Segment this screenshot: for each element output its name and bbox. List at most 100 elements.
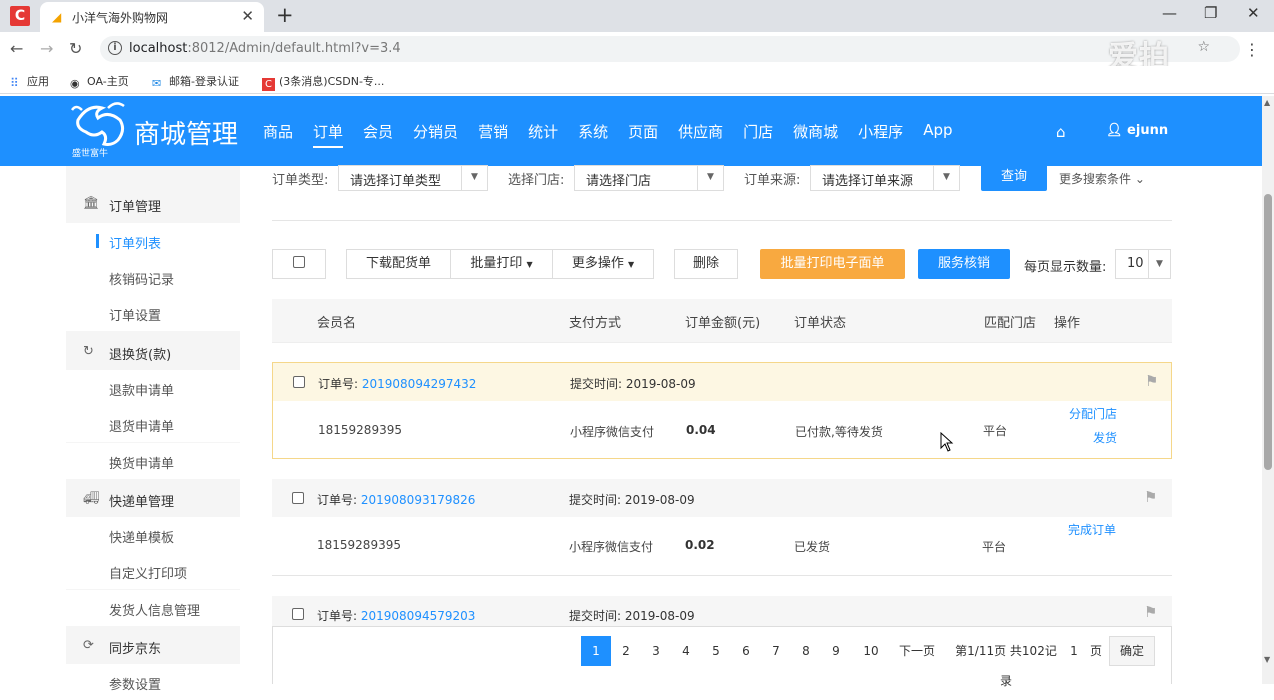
complete-order-link[interactable]: 完成订单 xyxy=(1068,521,1116,538)
back-button[interactable]: ← xyxy=(10,39,23,58)
sidebar-item-custom-print[interactable]: 自定义打印项 xyxy=(66,553,240,589)
sidebar-item-verify-codes[interactable]: 核销码记录 xyxy=(66,259,240,295)
sidebar-item-sender-info[interactable]: 发货人信息管理 xyxy=(66,590,240,626)
apps-grid-icon: ⠿ xyxy=(10,76,19,90)
sidebar-item-params[interactable]: 参数设置 xyxy=(66,664,240,700)
csdn-logo-icon: C xyxy=(10,6,30,26)
page-8[interactable]: 8 xyxy=(791,636,821,666)
nav-stores[interactable]: 门店 xyxy=(743,121,773,148)
page-4[interactable]: 4 xyxy=(671,636,701,666)
order-number-link[interactable]: 201908094579203 xyxy=(361,609,476,623)
order-number-link[interactable]: 201908093179826 xyxy=(361,493,476,507)
select-all-checkbox[interactable] xyxy=(293,256,305,268)
flag-icon[interactable]: ⚑ xyxy=(1145,372,1158,390)
close-window-button[interactable]: ✕ xyxy=(1247,4,1260,22)
bookmark-csdn[interactable]: C (3条消息)CSDN-专... xyxy=(262,73,384,91)
goto-page-input[interactable]: 1 xyxy=(1067,636,1081,666)
app-header: 商城管理 盛世富牛 商品 订单 会员 分销员 营销 统计 系统 页面 供应商 门… xyxy=(0,96,1262,166)
page-9[interactable]: 9 xyxy=(821,636,851,666)
scroll-down-icon[interactable]: ▼ xyxy=(1264,655,1270,664)
per-page-select[interactable]: 10 ▼ xyxy=(1115,249,1171,279)
info-icon[interactable]: i xyxy=(108,41,122,55)
home-icon[interactable]: ⌂ xyxy=(1056,123,1066,141)
chevron-down-icon: ▼ xyxy=(697,166,723,190)
sidebar-group-jd-sync[interactable]: ⟳ 同步京东 xyxy=(66,627,240,665)
store-select[interactable]: 请选择门店 ▼ xyxy=(574,165,724,191)
ship-link[interactable]: 发货 xyxy=(1093,429,1117,446)
page-10[interactable]: 10 xyxy=(855,636,887,666)
service-verify-button[interactable]: 服务核销 xyxy=(918,249,1010,279)
sidebar-item-order-settings[interactable]: 订单设置 xyxy=(66,295,240,331)
next-page-button[interactable]: 下一页 xyxy=(897,636,937,666)
page-5[interactable]: 5 xyxy=(701,636,731,666)
restore-button[interactable]: ❐ xyxy=(1204,4,1217,22)
sidebar-group-returns[interactable]: ↻ 退换货(款) xyxy=(66,333,240,371)
assign-store-link[interactable]: 分配门店 xyxy=(1069,405,1117,422)
order-checkbox[interactable] xyxy=(293,376,305,388)
nav-goods[interactable]: 商品 xyxy=(263,121,293,148)
sidebar-item-express-templates[interactable]: 快递单模板 xyxy=(66,517,240,553)
browser-tabbar: C ◢ 小洋气海外购物网 ✕ + — ❐ ✕ xyxy=(0,0,1274,32)
address-bar[interactable]: i localhost:8012/Admin/default.html?v=3.… xyxy=(100,36,1240,62)
bookmark-mail[interactable]: ✉ 邮箱-登录认证 xyxy=(152,73,239,90)
order-source-select[interactable]: 请选择订单来源 ▼ xyxy=(810,165,960,191)
nav-system[interactable]: 系统 xyxy=(578,121,608,148)
nav-distributors[interactable]: 分销员 xyxy=(413,121,458,148)
page-7[interactable]: 7 xyxy=(761,636,791,666)
forward-button[interactable]: → xyxy=(40,39,53,58)
nav-mini-program[interactable]: 小程序 xyxy=(858,121,903,148)
page-scrollbar[interactable]: ▲ ▼ xyxy=(1262,96,1274,684)
download-pick-list-button[interactable]: 下载配货单 xyxy=(346,249,451,279)
nav-stats[interactable]: 统计 xyxy=(528,121,558,148)
sidebar-item-exchange-requests[interactable]: 换货申请单 xyxy=(66,443,240,479)
order-status: 已发货 xyxy=(794,540,831,554)
more-ops-dropdown[interactable]: 更多操作 ▼ xyxy=(552,249,654,279)
order-member: 18159289395 xyxy=(317,538,401,552)
top-nav: 商品 订单 会员 分销员 营销 统计 系统 页面 供应商 门店 微商城 小程序 … xyxy=(263,121,973,148)
page-2[interactable]: 2 xyxy=(611,636,641,666)
query-button[interactable]: 查询 xyxy=(981,163,1047,191)
new-tab-button[interactable]: + xyxy=(276,3,294,27)
caret-down-icon: ▼ xyxy=(526,260,533,269)
star-icon[interactable]: ☆ xyxy=(1197,39,1210,55)
more-search-toggle[interactable]: 更多搜索条件 ⌄ xyxy=(1059,170,1145,187)
flag-icon[interactable]: ⚑ xyxy=(1144,488,1157,506)
confirm-page-button[interactable]: 确定 xyxy=(1109,636,1155,666)
batch-print-dropdown[interactable]: 批量打印 ▼ xyxy=(450,249,553,279)
nav-suppliers[interactable]: 供应商 xyxy=(678,121,723,148)
order-number-link[interactable]: 201908094297432 xyxy=(362,377,477,391)
bookmark-oa[interactable]: ◉ OA-主页 xyxy=(70,73,129,90)
minimize-button[interactable]: — xyxy=(1162,4,1177,22)
browser-menu-icon[interactable]: ⋮ xyxy=(1244,40,1260,59)
scrollbar-thumb[interactable] xyxy=(1264,194,1272,470)
order-head: 订单号: 201908094297432 提交时间: 2019-08-09 ⚑ xyxy=(273,363,1171,401)
flag-icon[interactable]: ⚑ xyxy=(1144,603,1157,621)
nav-marketing[interactable]: 营销 xyxy=(478,121,508,148)
nav-app[interactable]: App xyxy=(923,121,952,148)
select-all-checkbox-wrap[interactable] xyxy=(272,249,326,279)
scroll-up-icon[interactable]: ▲ xyxy=(1264,98,1270,107)
page-6[interactable]: 6 xyxy=(731,636,761,666)
bookmark-apps[interactable]: ⠿ 应用 xyxy=(10,73,49,90)
close-tab-icon[interactable]: ✕ xyxy=(241,7,254,25)
order-checkbox[interactable] xyxy=(292,608,304,620)
sidebar-group-express[interactable]: 🚚︎ 快递单管理 xyxy=(66,480,240,518)
nav-micro-mall[interactable]: 微商城 xyxy=(793,121,838,148)
nav-pages[interactable]: 页面 xyxy=(628,121,658,148)
sidebar-item-order-list[interactable]: 订单列表 xyxy=(66,223,240,259)
order-type-select[interactable]: 请选择订单类型 ▼ xyxy=(338,165,488,191)
sidebar-group-orders[interactable]: 🏛︎ 订单管理 xyxy=(66,185,240,223)
page-1[interactable]: 1 xyxy=(581,636,611,666)
sidebar-item-return-requests[interactable]: 退货申请单 xyxy=(66,406,240,442)
nav-orders[interactable]: 订单 xyxy=(313,121,344,148)
delete-button[interactable]: 删除 xyxy=(674,249,738,279)
col-status: 订单状态 xyxy=(794,316,847,331)
sidebar-item-refund-requests[interactable]: 退款申请单 xyxy=(66,370,240,406)
user-menu[interactable]: 👤︎ ejunn xyxy=(1106,123,1168,138)
nav-members[interactable]: 会员 xyxy=(363,121,393,148)
browser-tab[interactable]: ◢ 小洋气海外购物网 ✕ xyxy=(40,2,264,32)
order-checkbox[interactable] xyxy=(292,492,304,504)
batch-print-eorder-button[interactable]: 批量打印电子面单 xyxy=(760,249,905,279)
page-3[interactable]: 3 xyxy=(641,636,671,666)
reload-button[interactable]: ↻ xyxy=(69,39,82,58)
